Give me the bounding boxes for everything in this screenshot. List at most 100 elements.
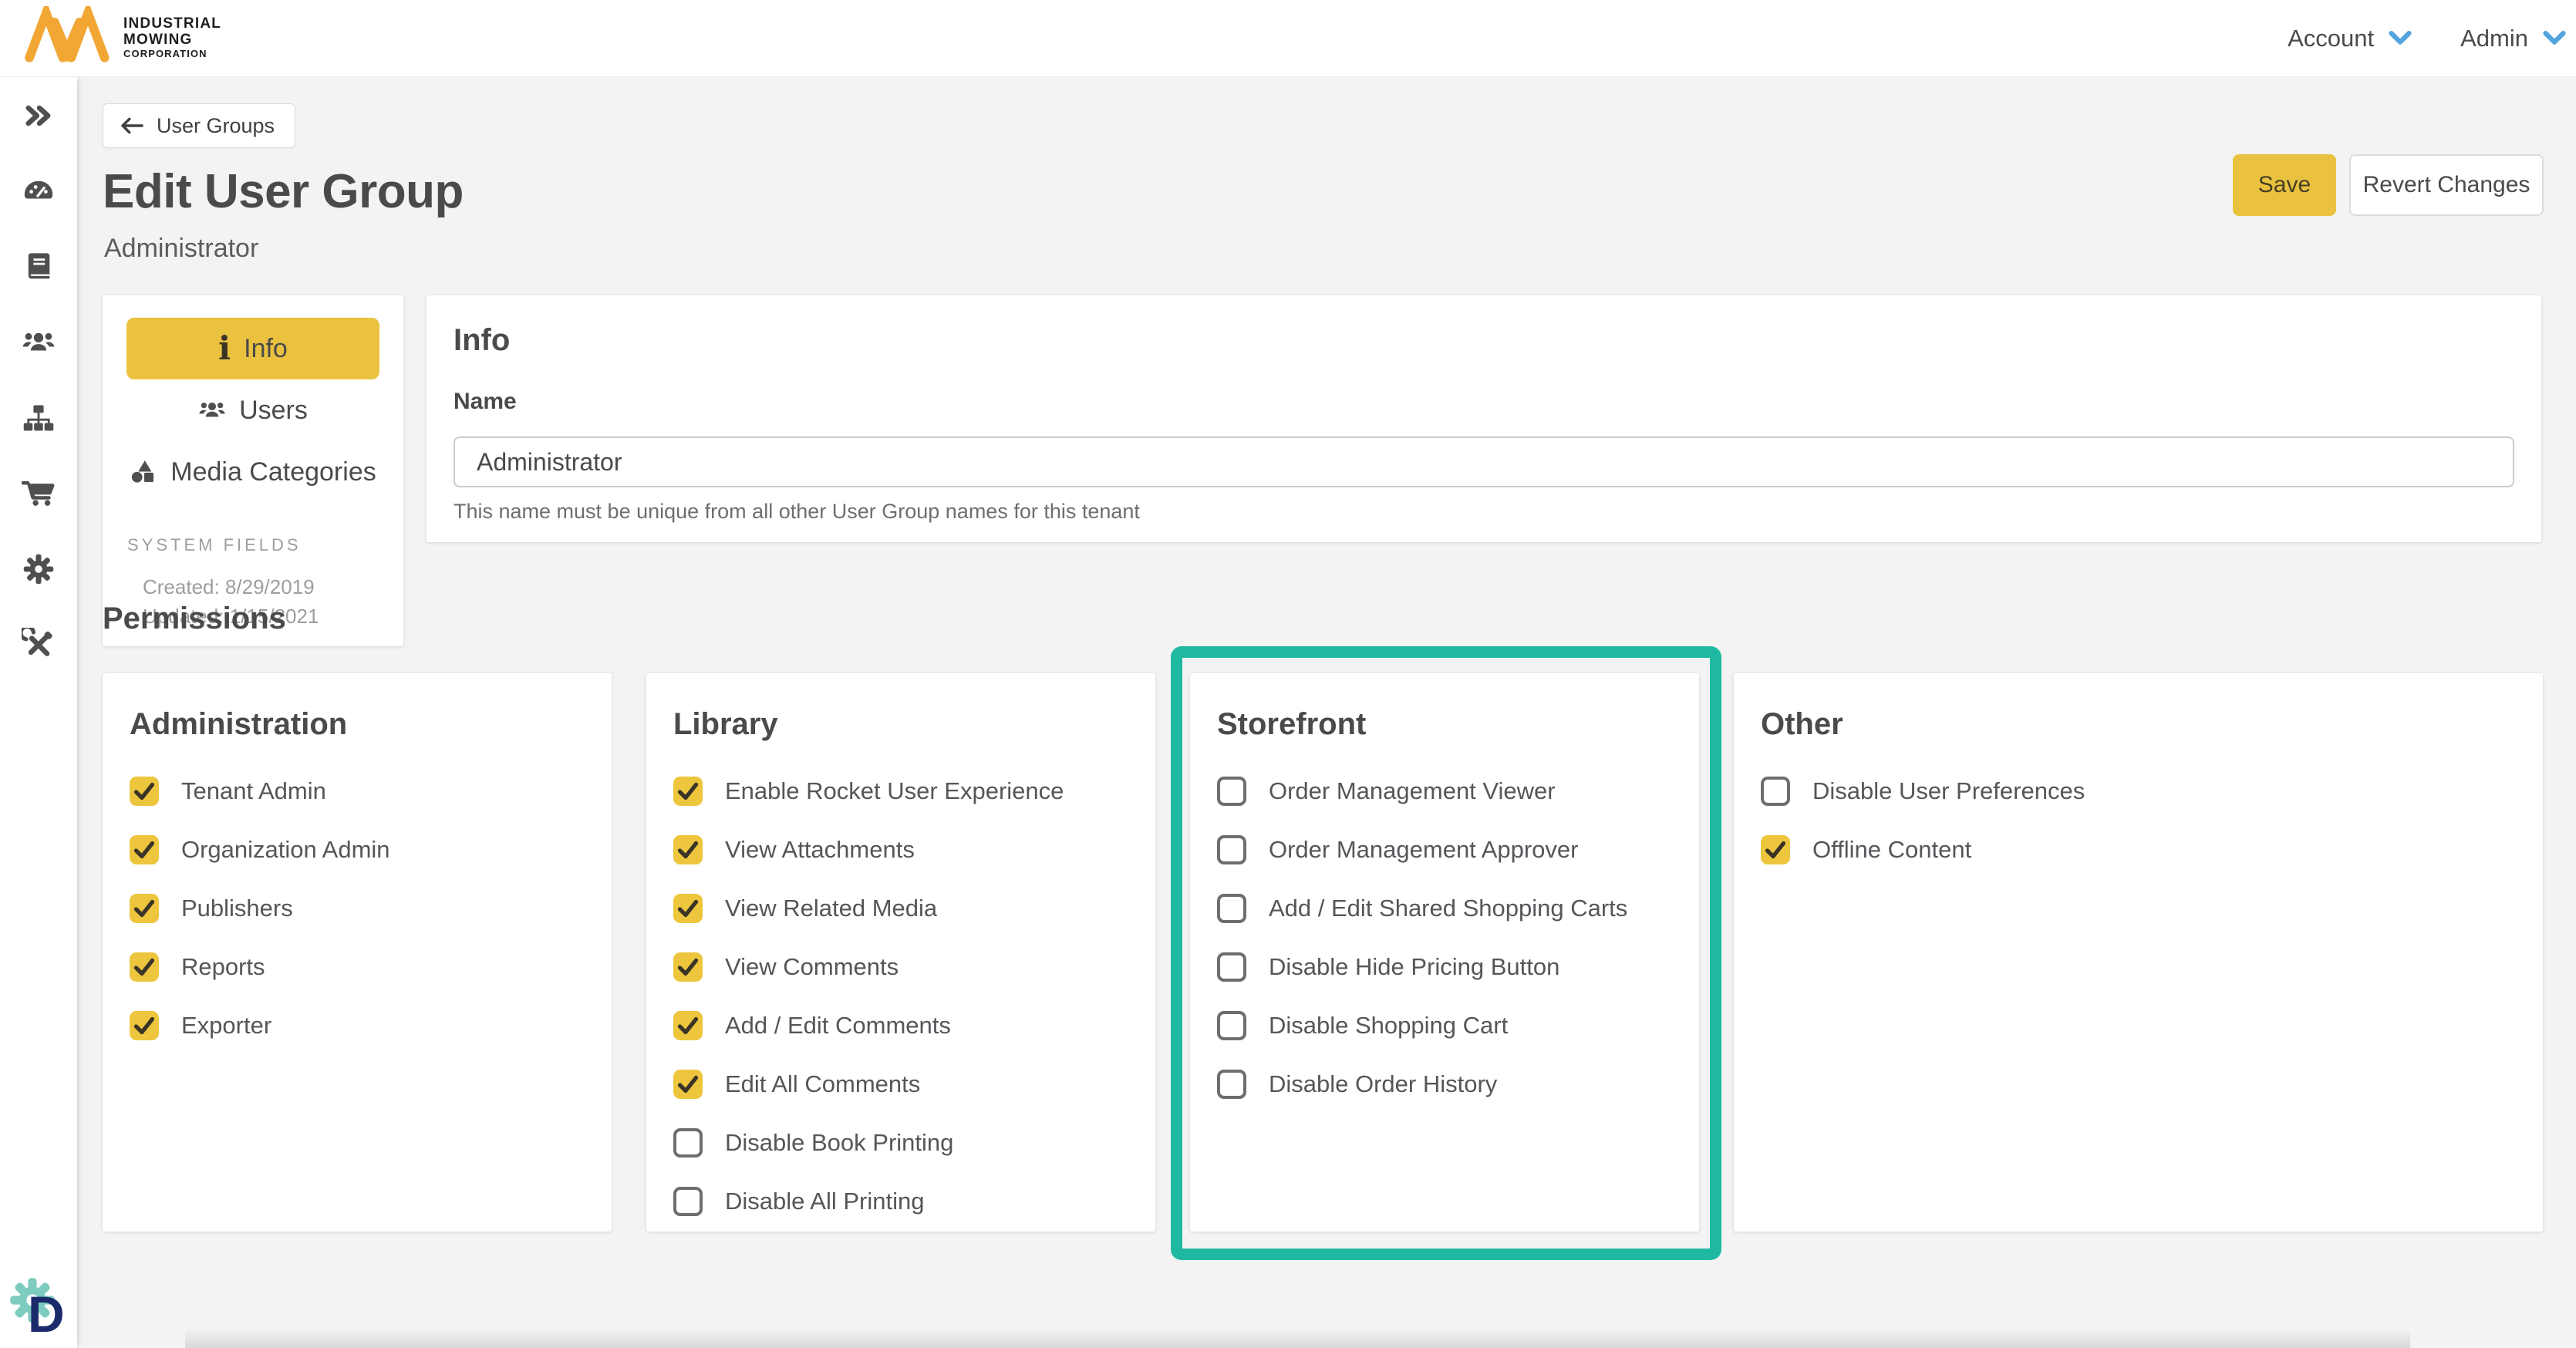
unchecked-checkbox[interactable]: [1217, 1011, 1246, 1040]
nav-item-media-categories[interactable]: Media Categories: [126, 441, 379, 503]
logo-line-3: CORPORATION: [123, 48, 221, 59]
permission-row-disable-book-printing: Disable Book Printing: [673, 1114, 1128, 1172]
unchecked-checkbox[interactable]: [1217, 1070, 1246, 1099]
users-icon: [198, 396, 226, 424]
name-input[interactable]: [453, 436, 2514, 487]
permission-row-enable-rocket-user-experience: Enable Rocket User Experience: [673, 762, 1128, 821]
permission-label: Publishers: [181, 895, 293, 922]
dashboard-icon[interactable]: [22, 174, 56, 208]
name-field-label: Name: [453, 389, 2514, 415]
permissions-heading: Permissions: [103, 602, 286, 636]
permission-row-disable-shopping-cart: Disable Shopping Cart: [1217, 996, 1672, 1055]
logo-line-1: INDUSTRIAL: [123, 15, 221, 32]
logo-mark-icon: [23, 6, 110, 63]
unchecked-checkbox[interactable]: [673, 1187, 703, 1216]
permission-row-disable-hide-pricing-button: Disable Hide Pricing Button: [1217, 938, 1672, 996]
checked-checkbox[interactable]: [673, 894, 703, 923]
permission-label: Disable Shopping Cart: [1269, 1012, 1508, 1040]
permission-label: Order Management Viewer: [1269, 777, 1556, 805]
permission-row-exporter: Exporter: [130, 996, 585, 1055]
checked-checkbox[interactable]: [673, 835, 703, 864]
permission-group-wrap-storefront: Storefront Order Management Viewer Order M…: [1190, 673, 1699, 1232]
sitemap-icon[interactable]: [22, 401, 56, 435]
checked-checkbox[interactable]: [1761, 835, 1790, 864]
checked-checkbox[interactable]: [130, 835, 159, 864]
permission-row-view-attachments: View Attachments: [673, 821, 1128, 879]
permission-label: Edit All Comments: [725, 1070, 920, 1098]
back-to-user-groups-button[interactable]: User Groups: [103, 103, 295, 148]
created-date: Created: 8/29/2019: [143, 572, 403, 602]
gear-icon[interactable]: [22, 552, 56, 586]
permission-label: Enable Rocket User Experience: [725, 777, 1064, 805]
nav-item-info[interactable]: i Info: [126, 318, 379, 379]
permission-group-title: Administration: [130, 707, 585, 742]
nav-item-label: Media Categories: [170, 457, 376, 487]
permission-row-disable-user-preferences: Disable User Preferences: [1761, 762, 2516, 821]
nav-item-label: Info: [244, 334, 288, 364]
permission-row-add-edit-comments: Add / Edit Comments: [673, 996, 1128, 1055]
unchecked-checkbox[interactable]: [1761, 777, 1790, 806]
info-card: Info Name This name must be unique from …: [427, 295, 2541, 542]
permission-row-edit-all-comments: Edit All Comments: [673, 1055, 1128, 1114]
checked-checkbox[interactable]: [130, 777, 159, 806]
checked-checkbox[interactable]: [673, 1011, 703, 1040]
unchecked-checkbox[interactable]: [1217, 952, 1246, 982]
users-icon[interactable]: [22, 325, 56, 359]
checked-checkbox[interactable]: [673, 777, 703, 806]
checked-checkbox[interactable]: [130, 894, 159, 923]
page-subtitle: Administrator: [104, 234, 258, 264]
unchecked-checkbox[interactable]: [1217, 835, 1246, 864]
permission-group-library: LibraryEnable Rocket User ExperienceView…: [646, 673, 1155, 1232]
arrow-left-icon: [119, 116, 145, 136]
permission-row-view-comments: View Comments: [673, 938, 1128, 996]
unchecked-checkbox[interactable]: [673, 1128, 703, 1158]
checked-checkbox[interactable]: [130, 952, 159, 982]
left-icon-sidebar: [0, 77, 77, 1348]
permission-row-organization-admin: Organization Admin: [130, 821, 585, 879]
chevron-down-icon: [2542, 29, 2567, 48]
bottom-left-brand-logo[interactable]: D: [8, 1276, 81, 1339]
admin-menu[interactable]: Admin: [2460, 25, 2567, 52]
checked-checkbox[interactable]: [673, 952, 703, 982]
unchecked-checkbox[interactable]: [1217, 777, 1246, 806]
double-chevron-right-icon[interactable]: [22, 99, 56, 133]
tools-icon[interactable]: [22, 628, 56, 662]
bottom-shadow: [185, 1328, 2410, 1348]
nav-item-label: Users: [239, 396, 308, 426]
group-nav-card: iInfoUsersMedia Categories SYSTEM FIELDS…: [103, 295, 403, 646]
permission-label: View Related Media: [725, 895, 937, 922]
logo-text: INDUSTRIAL MOWING CORPORATION: [123, 11, 221, 59]
permission-label: Organization Admin: [181, 836, 390, 864]
permission-group-other: Other Disable User PreferencesOffline Con…: [1734, 673, 2543, 1232]
checked-checkbox[interactable]: [673, 1070, 703, 1099]
media-icon: [130, 458, 157, 486]
unchecked-checkbox[interactable]: [1217, 894, 1246, 923]
logo-line-2: MOWING: [123, 32, 221, 48]
permission-row-view-related-media: View Related Media: [673, 879, 1128, 938]
permission-row-add-edit-shared-shopping-carts: Add / Edit Shared Shopping Carts: [1217, 879, 1672, 938]
account-menu[interactable]: Account: [2288, 25, 2412, 52]
page-actions: Save Revert Changes: [2233, 154, 2544, 216]
permission-row-disable-all-printing: Disable All Printing: [673, 1172, 1128, 1231]
permission-group-title: Storefront: [1217, 707, 1672, 742]
permission-row-offline-content: Offline Content: [1761, 821, 2516, 879]
permission-label: Tenant Admin: [181, 777, 326, 805]
info-icon: i: [218, 335, 231, 362]
admin-menu-label: Admin: [2460, 25, 2528, 52]
permission-label: Reports: [181, 953, 265, 981]
revert-changes-button[interactable]: Revert Changes: [2349, 154, 2544, 216]
permission-row-order-management-approver: Order Management Approver: [1217, 821, 1672, 879]
chevron-down-icon: [2388, 29, 2412, 48]
permission-group-storefront: Storefront Order Management Viewer Order M…: [1190, 673, 1699, 1232]
cart-icon[interactable]: [22, 477, 56, 511]
permission-label: Add / Edit Shared Shopping Carts: [1269, 895, 1627, 922]
nav-item-users[interactable]: Users: [126, 379, 379, 441]
book-icon[interactable]: [22, 250, 56, 284]
checked-checkbox[interactable]: [130, 1011, 159, 1040]
permission-group-title: Other: [1761, 707, 2516, 742]
brand-d-letter: D: [28, 1285, 65, 1343]
top-header: INDUSTRIAL MOWING CORPORATION Account Ad…: [0, 0, 2576, 77]
account-menu-label: Account: [2288, 25, 2374, 52]
save-button[interactable]: Save: [2233, 154, 2336, 216]
permission-label: Disable Hide Pricing Button: [1269, 953, 1559, 981]
